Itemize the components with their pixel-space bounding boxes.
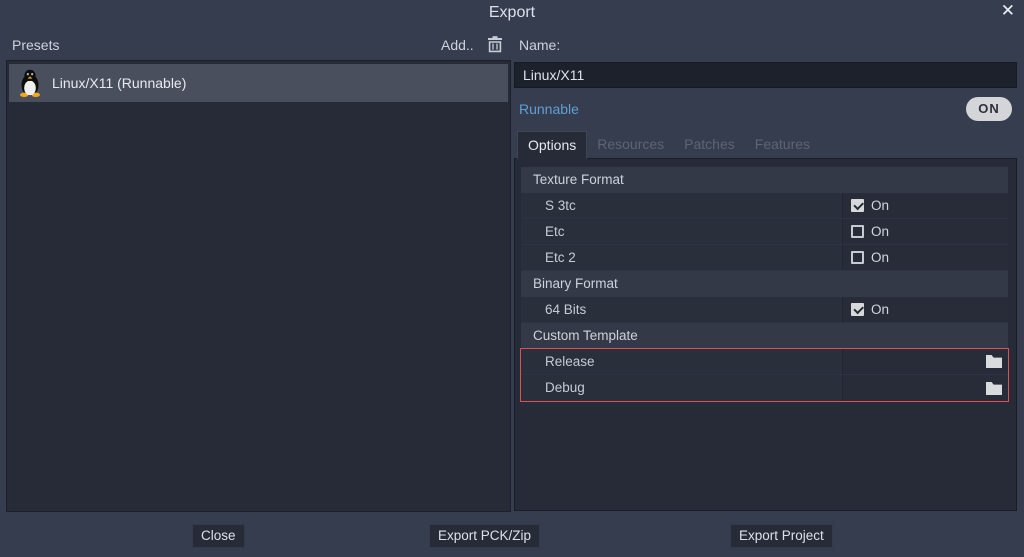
preset-item-label: Linux/X11 (Runnable) xyxy=(52,75,186,91)
close-icon[interactable]: ✕ xyxy=(1001,1,1015,21)
property-row-etc2: Etc 2 On xyxy=(521,245,1008,271)
custom-template-highlight: Release Debug xyxy=(521,349,1008,401)
presets-list: Linux/X11 (Runnable) xyxy=(6,60,511,512)
checkbox-label: On xyxy=(871,250,889,265)
checkbox-etc[interactable] xyxy=(851,225,864,238)
property-value: On xyxy=(842,297,1008,322)
linux-tux-icon xyxy=(18,69,42,97)
name-label: Name: xyxy=(519,37,560,53)
property-value: On xyxy=(842,245,1008,270)
checkbox-etc2[interactable] xyxy=(851,251,864,264)
name-input[interactable] xyxy=(514,62,1017,88)
runnable-label: Runnable xyxy=(519,101,579,117)
property-row-release: Release xyxy=(521,349,1008,375)
folder-icon[interactable] xyxy=(986,382,1002,395)
delete-preset-button[interactable] xyxy=(487,36,505,54)
export-pck-zip-button[interactable]: Export PCK/Zip xyxy=(429,524,540,548)
checkbox-label: On xyxy=(871,224,889,239)
property-value: On xyxy=(842,193,1008,218)
dialog-title: Export xyxy=(0,4,1024,22)
property-label: Etc 2 xyxy=(521,245,842,270)
section-header-custom-template: Custom Template xyxy=(521,323,1008,349)
tab-options[interactable]: Options xyxy=(517,131,587,159)
add-preset-button[interactable]: Add.. xyxy=(441,37,474,53)
tab-bar: Options Resources Patches Features xyxy=(517,131,820,159)
property-value: On xyxy=(842,219,1008,244)
property-row-debug: Debug xyxy=(521,375,1008,401)
close-button[interactable]: Close xyxy=(192,524,245,548)
property-row-s3tc: S 3tc On xyxy=(521,193,1008,219)
checkbox-label: On xyxy=(871,198,889,213)
trash-icon xyxy=(487,36,503,53)
checkbox-s3tc[interactable] xyxy=(851,199,864,212)
property-row-etc: Etc On xyxy=(521,219,1008,245)
folder-icon[interactable] xyxy=(986,355,1002,368)
property-label: Release xyxy=(521,349,842,374)
property-value xyxy=(842,375,1008,401)
export-project-button[interactable]: Export Project xyxy=(730,524,833,548)
section-header-binary-format: Binary Format xyxy=(521,271,1008,297)
property-label: S 3tc xyxy=(521,193,842,218)
export-dialog: Export ✕ Presets Add.. xyxy=(0,0,1024,557)
property-value xyxy=(842,349,1008,374)
property-row-64bits: 64 Bits On xyxy=(521,297,1008,323)
property-label: 64 Bits xyxy=(521,297,842,322)
preset-item-linux-x11[interactable]: Linux/X11 (Runnable) xyxy=(9,64,508,102)
checkbox-64bits[interactable] xyxy=(851,303,864,316)
property-label: Etc xyxy=(521,219,842,244)
tab-resources[interactable]: Resources xyxy=(587,131,674,159)
runnable-toggle[interactable]: ON xyxy=(966,97,1012,121)
options-panel: Texture Format S 3tc On Etc On Etc 2 On … xyxy=(514,158,1017,511)
tab-features[interactable]: Features xyxy=(745,131,820,159)
section-header-texture-format: Texture Format xyxy=(521,167,1008,193)
property-label: Debug xyxy=(521,375,842,401)
checkbox-label: On xyxy=(871,302,889,317)
tab-patches[interactable]: Patches xyxy=(674,131,745,159)
presets-label: Presets xyxy=(12,37,59,53)
